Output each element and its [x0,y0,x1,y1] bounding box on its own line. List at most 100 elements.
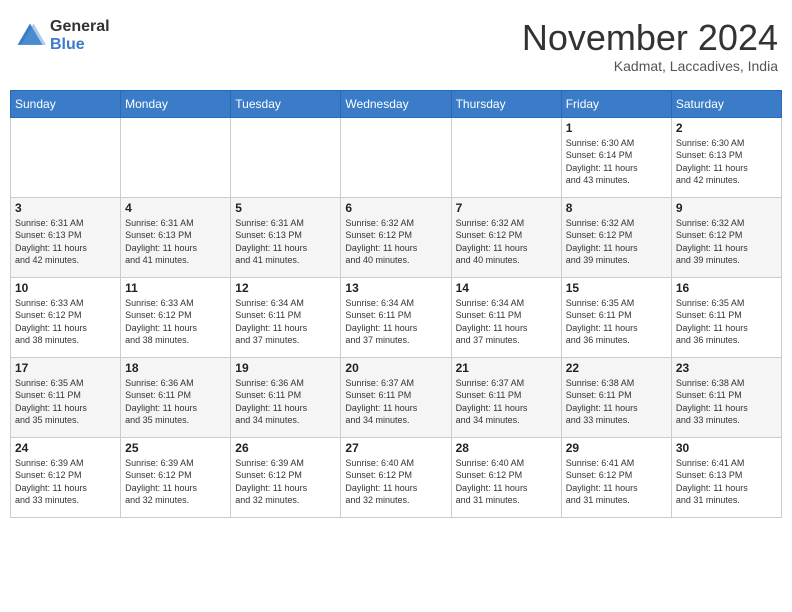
day-info: Sunrise: 6:39 AM Sunset: 6:12 PM Dayligh… [125,457,226,507]
calendar-cell: 28Sunrise: 6:40 AM Sunset: 6:12 PM Dayli… [451,437,561,517]
calendar-cell: 13 Sunrise: 6:34 AM Sunset: 6:11 PM Dayli… [341,277,451,357]
calendar-header-tuesday: Tuesday [231,90,341,117]
day-number: 5 [235,201,336,215]
day-info: Sunrise: 6:32 AM Sunset: 6:12 PM Dayligh… [345,217,446,267]
day-info: Sunrise: 6:30 AM Sunset: 6:14 PM Dayligh… [566,137,667,187]
location-text: Kadmat, Laccadives, India [522,58,778,74]
calendar-header-sunday: Sunday [11,90,121,117]
calendar-cell: 15 Sunrise: 6:35 AM Sunset: 6:11 PM Dayli… [561,277,671,357]
day-info: Sunrise: 6:31 AM Sunset: 6:13 PM Dayligh… [15,217,116,267]
calendar-cell: 16Sunrise: 6:35 AM Sunset: 6:11 PM Dayli… [671,277,781,357]
day-number: 20 [345,361,446,375]
day-info: Sunrise: 6:33 AM Sunset: 6:12 PM Dayligh… [15,297,116,347]
calendar-cell: 4 Sunrise: 6:31 AM Sunset: 6:13 PM Daylig… [121,197,231,277]
calendar-cell: 24 Sunrise: 6:39 AM Sunset: 6:12 PM Dayli… [11,437,121,517]
logo-icon [14,20,46,52]
month-title: November 2024 [522,18,778,58]
day-info: Sunrise: 6:32 AM Sunset: 6:12 PM Dayligh… [456,217,557,267]
calendar-cell: 12 Sunrise: 6:34 AM Sunset: 6:11 PM Dayli… [231,277,341,357]
calendar-cell: 20 Sunrise: 6:37 AM Sunset: 6:11 PM Dayli… [341,357,451,437]
calendar-cell: 1 Sunrise: 6:30 AM Sunset: 6:14 PM Daylig… [561,117,671,197]
calendar-cell: 25 Sunrise: 6:39 AM Sunset: 6:12 PM Dayli… [121,437,231,517]
calendar-cell: 7Sunrise: 6:32 AM Sunset: 6:12 PM Daylig… [451,197,561,277]
day-number: 3 [15,201,116,215]
day-info: Sunrise: 6:39 AM Sunset: 6:12 PM Dayligh… [235,457,336,507]
calendar-cell: 27Sunrise: 6:40 AM Sunset: 6:12 PM Dayli… [341,437,451,517]
day-number: 22 [566,361,667,375]
calendar-header-thursday: Thursday [451,90,561,117]
day-info: Sunrise: 6:34 AM Sunset: 6:11 PM Dayligh… [456,297,557,347]
day-info: Sunrise: 6:36 AM Sunset: 6:11 PM Dayligh… [235,377,336,427]
day-info: Sunrise: 6:30 AM Sunset: 6:13 PM Dayligh… [676,137,777,187]
calendar-header-wednesday: Wednesday [341,90,451,117]
calendar-cell: 17 Sunrise: 6:35 AM Sunset: 6:11 PM Dayli… [11,357,121,437]
calendar-cell [121,117,231,197]
title-block: November 2024 Kadmat, Laccadives, India [522,18,778,74]
logo-general-text: General [50,18,110,36]
day-number: 17 [15,361,116,375]
calendar-cell: 2 Sunrise: 6:30 AM Sunset: 6:13 PM Daylig… [671,117,781,197]
day-number: 8 [566,201,667,215]
logo-blue-text: Blue [50,36,110,54]
calendar-table: SundayMondayTuesdayWednesdayThursdayFrid… [10,90,782,518]
calendar-header-saturday: Saturday [671,90,781,117]
day-info: Sunrise: 6:39 AM Sunset: 6:12 PM Dayligh… [15,457,116,507]
calendar-week-row: 24 Sunrise: 6:39 AM Sunset: 6:12 PM Dayli… [11,437,782,517]
day-info: Sunrise: 6:31 AM Sunset: 6:13 PM Dayligh… [125,217,226,267]
day-number: 15 [566,281,667,295]
calendar-cell: 9 Sunrise: 6:32 AM Sunset: 6:12 PM Daylig… [671,197,781,277]
day-info: Sunrise: 6:35 AM Sunset: 6:11 PM Dayligh… [15,377,116,427]
day-number: 27 [345,441,446,455]
day-number: 30 [676,441,777,455]
day-number: 12 [235,281,336,295]
day-number: 26 [235,441,336,455]
day-info: Sunrise: 6:32 AM Sunset: 6:12 PM Dayligh… [566,217,667,267]
calendar-week-row: 3 Sunrise: 6:31 AM Sunset: 6:13 PM Daylig… [11,197,782,277]
logo: General Blue [14,18,110,53]
day-info: Sunrise: 6:33 AM Sunset: 6:12 PM Dayligh… [125,297,226,347]
calendar-cell [451,117,561,197]
day-number: 18 [125,361,226,375]
day-number: 11 [125,281,226,295]
day-number: 28 [456,441,557,455]
day-number: 25 [125,441,226,455]
calendar-cell: 14 Sunrise: 6:34 AM Sunset: 6:11 PM Dayli… [451,277,561,357]
day-number: 9 [676,201,777,215]
logo-text: General Blue [50,18,110,53]
calendar-cell: 26 Sunrise: 6:39 AM Sunset: 6:12 PM Dayli… [231,437,341,517]
calendar-cell: 10 Sunrise: 6:33 AM Sunset: 6:12 PM Dayli… [11,277,121,357]
day-number: 2 [676,121,777,135]
day-info: Sunrise: 6:37 AM Sunset: 6:11 PM Dayligh… [456,377,557,427]
day-number: 21 [456,361,557,375]
day-number: 1 [566,121,667,135]
calendar-header-row: SundayMondayTuesdayWednesdayThursdayFrid… [11,90,782,117]
day-info: Sunrise: 6:35 AM Sunset: 6:11 PM Dayligh… [676,297,777,347]
day-info: Sunrise: 6:34 AM Sunset: 6:11 PM Dayligh… [235,297,336,347]
day-number: 24 [15,441,116,455]
day-number: 10 [15,281,116,295]
day-number: 13 [345,281,446,295]
day-info: Sunrise: 6:38 AM Sunset: 6:11 PM Dayligh… [566,377,667,427]
day-number: 14 [456,281,557,295]
calendar-cell [11,117,121,197]
calendar-cell [231,117,341,197]
day-info: Sunrise: 6:37 AM Sunset: 6:11 PM Dayligh… [345,377,446,427]
calendar-cell: 8 Sunrise: 6:32 AM Sunset: 6:12 PM Daylig… [561,197,671,277]
calendar-cell: 21 Sunrise: 6:37 AM Sunset: 6:11 PM Dayli… [451,357,561,437]
calendar-header-friday: Friday [561,90,671,117]
day-number: 19 [235,361,336,375]
day-info: Sunrise: 6:41 AM Sunset: 6:12 PM Dayligh… [566,457,667,507]
calendar-cell [341,117,451,197]
day-info: Sunrise: 6:31 AM Sunset: 6:13 PM Dayligh… [235,217,336,267]
day-info: Sunrise: 6:41 AM Sunset: 6:13 PM Dayligh… [676,457,777,507]
calendar-cell: 3 Sunrise: 6:31 AM Sunset: 6:13 PM Daylig… [11,197,121,277]
day-info: Sunrise: 6:34 AM Sunset: 6:11 PM Dayligh… [345,297,446,347]
day-info: Sunrise: 6:36 AM Sunset: 6:11 PM Dayligh… [125,377,226,427]
day-info: Sunrise: 6:32 AM Sunset: 6:12 PM Dayligh… [676,217,777,267]
calendar-cell: 29 Sunrise: 6:41 AM Sunset: 6:12 PM Dayli… [561,437,671,517]
day-number: 4 [125,201,226,215]
page-header: General Blue November 2024 Kadmat, Lacca… [10,10,782,82]
day-info: Sunrise: 6:35 AM Sunset: 6:11 PM Dayligh… [566,297,667,347]
day-number: 29 [566,441,667,455]
calendar-week-row: 10 Sunrise: 6:33 AM Sunset: 6:12 PM Dayli… [11,277,782,357]
